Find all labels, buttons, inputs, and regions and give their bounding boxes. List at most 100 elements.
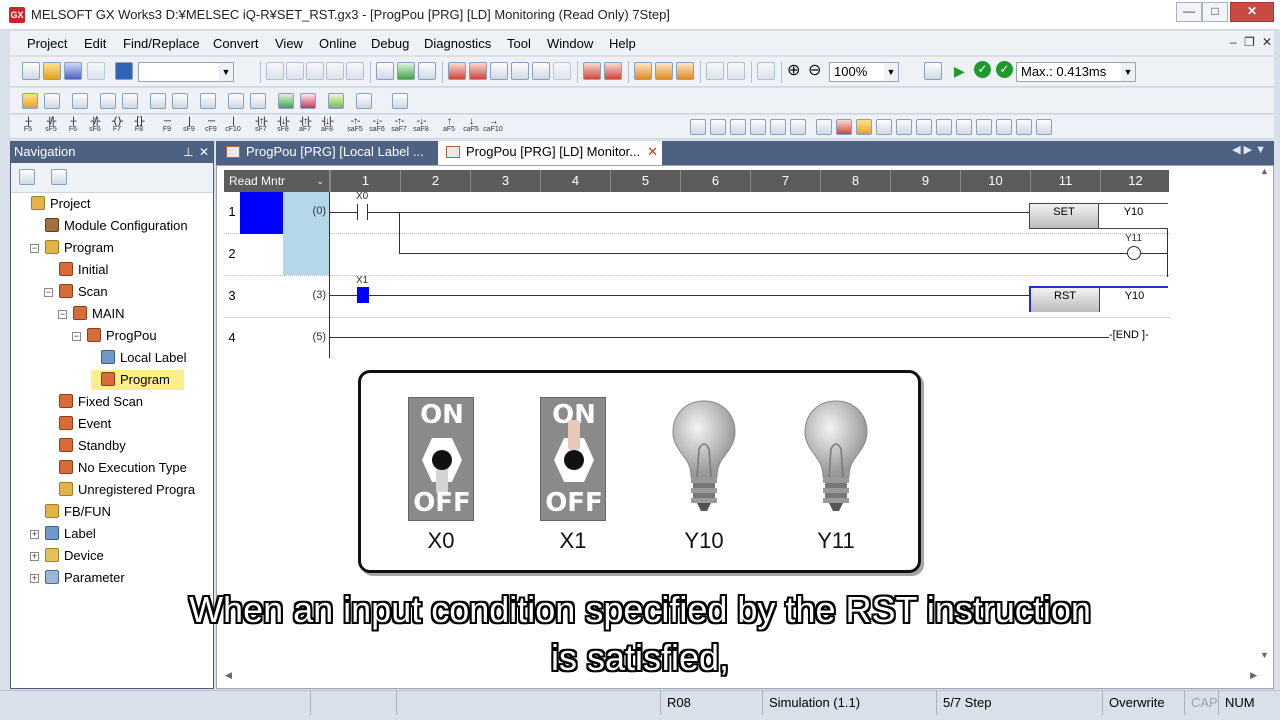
- tree-item[interactable]: Program: [91, 370, 184, 390]
- dev-icon[interactable]: [200, 93, 216, 109]
- undo-icon[interactable]: [326, 62, 344, 80]
- chevron-down-icon[interactable]: ▼: [219, 63, 233, 81]
- menu-tool[interactable]: Tool: [507, 36, 531, 51]
- rung-2[interactable]: 2: [224, 234, 1169, 276]
- expand-icon[interactable]: +: [30, 530, 39, 539]
- tree-item[interactable]: Standby: [59, 436, 126, 456]
- menu-edit[interactable]: Edit: [84, 36, 106, 51]
- ladder-tool-icon[interactable]: [750, 119, 766, 135]
- vertical-scrollbar[interactable]: ▲ ▼: [1257, 166, 1273, 688]
- tree-item[interactable]: Initial: [59, 260, 108, 280]
- tool-a-icon[interactable]: [634, 62, 652, 80]
- chevron-down-icon[interactable]: ▼: [1121, 63, 1135, 81]
- write-to-plc-icon[interactable]: [397, 62, 415, 80]
- collapse-icon[interactable]: −: [58, 310, 67, 319]
- scroll-right-icon[interactable]: ▶: [1250, 670, 1257, 681]
- tree-item[interactable]: − MAIN: [58, 304, 125, 324]
- save-icon[interactable]: [64, 62, 82, 80]
- collapse-icon[interactable]: −: [44, 288, 53, 297]
- tree-item[interactable]: + Device: [30, 546, 104, 566]
- verify-plc-icon[interactable]: [418, 62, 436, 80]
- close-window-button[interactable]: ✕: [1230, 2, 1274, 22]
- ladder-tool-icon[interactable]: [1016, 119, 1032, 135]
- ladder-tool-icon[interactable]: [876, 119, 892, 135]
- collapse-icon[interactable]: −: [72, 332, 81, 341]
- rung-4[interactable]: 4 (5): [224, 318, 1169, 360]
- function-key-button[interactable]: -↓- saF6: [366, 117, 388, 134]
- dev3-icon[interactable]: [250, 93, 266, 109]
- ladder-tool-icon[interactable]: [896, 119, 912, 135]
- zoom-out-icon[interactable]: ⊖: [808, 62, 821, 80]
- function-key-button[interactable]: -|/|- sF6: [84, 117, 106, 134]
- tree-item[interactable]: − Program: [30, 238, 114, 258]
- chevron-down-icon[interactable]: ▼: [884, 63, 898, 81]
- search-combo[interactable]: ▼: [138, 62, 234, 82]
- scan-time-select[interactable]: Max.: 0.413ms ▼: [1016, 62, 1136, 82]
- collapse-icon[interactable]: −: [30, 244, 39, 253]
- cross-ref-icon[interactable]: [511, 62, 529, 80]
- expand-icon[interactable]: +: [30, 552, 39, 561]
- watch-icon[interactable]: [553, 62, 571, 80]
- copy-icon[interactable]: [286, 62, 304, 80]
- close-panel-icon[interactable]: ✕: [199, 142, 209, 162]
- help-icon[interactable]: [115, 62, 133, 80]
- tree-item[interactable]: Local Label: [101, 348, 187, 368]
- tree-item[interactable]: Unregistered Progra: [59, 480, 195, 500]
- minimize-button[interactable]: —: [1176, 2, 1202, 22]
- function-key-button[interactable]: → caF10: [482, 117, 504, 134]
- view-options-icon[interactable]: [19, 169, 35, 185]
- tree-item[interactable]: + Parameter: [30, 568, 125, 588]
- mdi-minimize-icon[interactable]: –: [1230, 35, 1237, 49]
- ladder-tool-icon[interactable]: [790, 119, 806, 135]
- close-tab-icon[interactable]: ✕: [647, 141, 658, 163]
- function-key-button[interactable]: ─ F9: [156, 117, 178, 134]
- menu-convert[interactable]: Convert: [213, 36, 259, 51]
- parts-icon[interactable]: [44, 93, 60, 109]
- coil-y11[interactable]: [1127, 246, 1141, 260]
- open-folder-icon[interactable]: [43, 62, 61, 80]
- paste-icon[interactable]: [306, 62, 324, 80]
- collapse-tree-icon[interactable]: [51, 169, 67, 185]
- dev2-icon[interactable]: [228, 93, 244, 109]
- dev-batch-icon[interactable]: [604, 62, 622, 80]
- ladder-tool-icon[interactable]: [996, 119, 1012, 135]
- end-instruction[interactable]: -[END ]-: [1109, 329, 1149, 341]
- tab-scroll-icons[interactable]: ◀ ▶ ▼: [1232, 143, 1266, 156]
- zoom-in-icon[interactable]: ⊕: [787, 62, 800, 80]
- ladder-tool-icon[interactable]: [1036, 119, 1052, 135]
- menu-online[interactable]: Online: [319, 36, 357, 51]
- rst-instruction[interactable]: RST Y10: [1029, 286, 1169, 312]
- function-key-button[interactable]: -|- F5: [17, 117, 39, 134]
- ladder-tool-icon[interactable]: [690, 119, 706, 135]
- simulation-icon[interactable]: [924, 62, 942, 80]
- menu-window[interactable]: Window: [547, 36, 593, 51]
- redo-icon[interactable]: [346, 62, 364, 80]
- ladder-tool-icon[interactable]: [816, 119, 832, 135]
- tree-item[interactable]: No Execution Type: [59, 458, 187, 478]
- ladder-tool-icon[interactable]: [856, 119, 872, 135]
- check-ok-icon[interactable]: ✓: [974, 61, 991, 78]
- check-run-icon[interactable]: ✓: [996, 61, 1013, 78]
- ladder-tool-icon[interactable]: [936, 119, 952, 135]
- device-use-icon[interactable]: [172, 93, 188, 109]
- tool-d-icon[interactable]: [706, 62, 724, 80]
- check-icon[interactable]: [278, 93, 294, 109]
- tree-item[interactable]: − ProgPou: [72, 326, 157, 346]
- new-file-icon[interactable]: [22, 62, 40, 80]
- device-search-icon[interactable]: [490, 62, 508, 80]
- menu-diagnostics[interactable]: Diagnostics: [424, 36, 491, 51]
- contact-x1-on[interactable]: [357, 287, 369, 303]
- function-key-button[interactable]: -( )- F7: [106, 117, 128, 134]
- tree-item[interactable]: FB/FUN: [45, 502, 111, 522]
- function-key-button[interactable]: -|↓|- sF8: [272, 117, 294, 134]
- ladder-tool-icon[interactable]: [770, 119, 786, 135]
- cross-reference-icon[interactable]: [150, 93, 166, 109]
- function-key-button[interactable]: ↓ caF5: [460, 117, 482, 134]
- menu-help[interactable]: Help: [609, 36, 636, 51]
- ladder-tool-icon[interactable]: [710, 119, 726, 135]
- abc-check-icon[interactable]: [300, 93, 316, 109]
- tool-b-icon[interactable]: [655, 62, 673, 80]
- menu-view[interactable]: View: [275, 36, 303, 51]
- device-list-icon[interactable]: [532, 62, 550, 80]
- function-key-button[interactable]: -|↑|- sF7: [250, 117, 272, 134]
